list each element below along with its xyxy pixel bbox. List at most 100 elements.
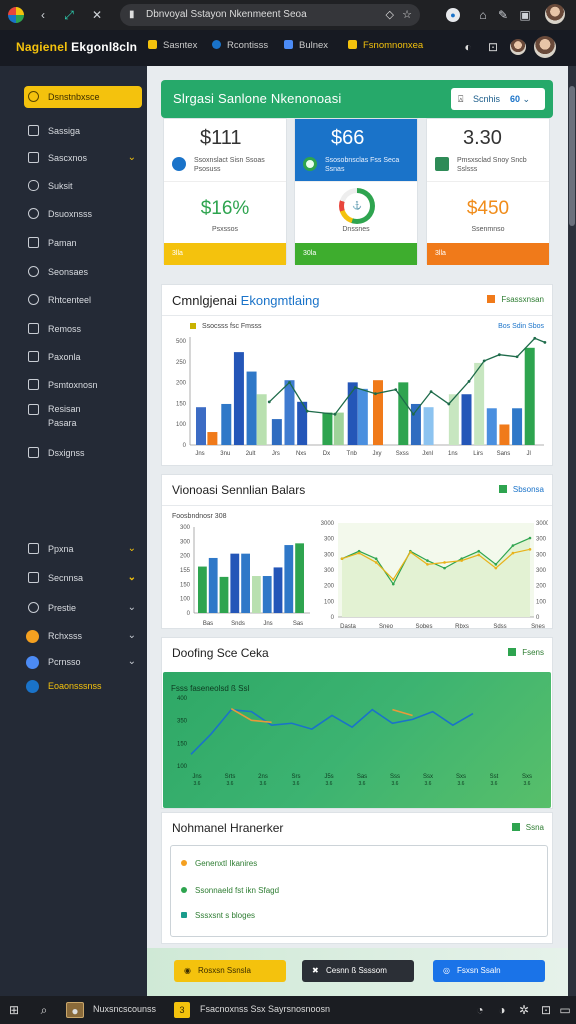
edit-icon[interactable]: ✎ [496, 8, 510, 22]
panel-legend[interactable]: Sbsonsa [498, 485, 544, 494]
sidebar-item-label: Rchxsss [48, 631, 83, 641]
y-tick-label: 500 [176, 339, 187, 345]
nav-tab-2[interactable]: Rcontisss [212, 40, 268, 51]
x-tick-label: J5s [324, 774, 333, 780]
profile-icon[interactable]: ● [446, 8, 460, 22]
settings-icon[interactable]: ✲ [516, 1002, 532, 1018]
kpi-card-3[interactable]: 3.30 Pmsxsclad Snoy Sncb Sslsss $450 Sse… [426, 118, 550, 265]
sidebar-item-6[interactable]: Paman [24, 232, 142, 254]
home-icon[interactable]: ⌂ [476, 8, 490, 22]
back-icon[interactable]: ‹ [36, 8, 50, 22]
footer-button-3[interactable]: ◎ Fsxsn Ssaln [433, 960, 545, 982]
kpi-sublabel: Ssenmnso [471, 226, 505, 233]
panel-legend-label: Ssna [525, 823, 544, 832]
panel-legend[interactable]: Fsassxnsan [487, 295, 544, 304]
sidebar-item-4[interactable]: Suksit [24, 175, 142, 197]
app-icon-2[interactable]: 3 [174, 1002, 190, 1018]
sidebar-item-11[interactable]: Psmtoxnosn [24, 374, 142, 396]
target-icon: ◎ [443, 966, 450, 975]
kpi-mid: $450 Ssenmnso [427, 181, 549, 243]
sidebar-lower-4[interactable]: Rchxsss ⌄ [24, 625, 142, 647]
nav-tab-4[interactable]: Fsnomnonxea [348, 40, 423, 51]
lock-icon[interactable]: ⊡ [485, 39, 501, 55]
app-icon[interactable]: ● [66, 1002, 84, 1018]
sidebar-item-label: Sassiga [48, 126, 81, 136]
kpi-card-2[interactable]: $66 Ssosobnsclas Fss Seca Ssnas ⚓ Dnssne… [294, 118, 418, 265]
brand-logo[interactable]: Nagienel Ekgonl8cln [16, 40, 137, 54]
bar [398, 382, 409, 445]
wifi-icon[interactable]: ◔ [472, 1002, 488, 1018]
series-point [494, 563, 498, 566]
taskbar-label-b[interactable]: Fsacnoxnss Ssx Sayrsnosnoosn [200, 1004, 330, 1014]
volume-icon[interactable]: ◑ [494, 1002, 510, 1018]
footer-button-2[interactable]: ✖ Cesnn ß Ssssom [302, 960, 414, 982]
search-icon[interactable]: ⌕ [36, 1002, 52, 1018]
header-filter-button[interactable]: ⍓ Scnhis 60 ⌄ [451, 88, 545, 110]
series-point [511, 544, 515, 547]
windows-icon[interactable]: ⊞ [6, 1002, 22, 1018]
sidebar-lower-6[interactable]: Eoaonsssnss [24, 675, 142, 697]
user-avatar[interactable] [534, 36, 556, 58]
sidebar-item-9[interactable]: Remoss [24, 318, 142, 340]
nav-tab-3[interactable]: Bulnex [284, 40, 328, 51]
sidebar-item-label: Paxonla [48, 352, 81, 362]
nav-tab-1[interactable]: Sasntex [148, 40, 197, 51]
chart-icon [28, 351, 39, 362]
taskbar: ⊞ ⌕ ● Nuxsncscounss 3 Fsacnoxnss Ssx Say… [0, 996, 576, 1024]
list-item[interactable]: Ssonnaeld fst ikn Sfagd [181, 886, 279, 895]
sidebar-item-8[interactable]: Rhtcenteel [24, 289, 142, 311]
sidebar-lower-3[interactable]: Prestie ⌄ [24, 597, 142, 619]
sidebar-item-label: Sascxnos [48, 153, 88, 163]
notification-icon[interactable]: ▭ [558, 1002, 572, 1018]
bullet-icon [181, 887, 187, 893]
footer-button-1[interactable]: ◉ Rosxsn Ssnsla [174, 960, 286, 982]
panel-legend[interactable]: Ssna [511, 823, 544, 832]
sidebar-item-dashboard[interactable]: Dsnstnbxsce [24, 86, 142, 108]
sidebar-item-12[interactable]: Resisan [24, 402, 142, 416]
y-tick-label: 250 [176, 360, 187, 366]
scrollbar[interactable] [568, 66, 576, 996]
sidebar-item-14[interactable]: Dsxignss [24, 442, 142, 464]
chevron-down-icon: ⌄ [127, 602, 136, 613]
taskbar-label-a[interactable]: Nuxsncscounss [93, 1004, 156, 1014]
settings-icon[interactable]: ◐ [460, 39, 476, 55]
x-tick-label: Bas [203, 621, 213, 627]
address-bar[interactable]: ▮ Dbnvoyal Sstayon Nkenmeent Seoa ◇ ☆ [120, 4, 420, 26]
series-line [392, 708, 413, 717]
bar [273, 567, 283, 613]
window-icon[interactable]: ▣ [518, 8, 532, 22]
grid-icon [28, 152, 39, 163]
bar [271, 419, 282, 445]
sidebar-item-7[interactable]: Seonsaes [24, 261, 142, 283]
gauge-center: ⚓ [344, 193, 370, 219]
x-tick-label: Jrs [272, 451, 280, 457]
sidebar-item-10[interactable]: Paxonla [24, 346, 142, 368]
x-tick-sublabel: 3.6 [392, 781, 399, 787]
tab-close-icon[interactable]: ✕ [90, 8, 104, 22]
list-item-label: Sssxsnt s bloges [195, 911, 256, 920]
sidebar-item-13[interactable]: Pasara [24, 416, 142, 430]
sidebar-item-3[interactable]: Sascxnos ⌄ [24, 147, 142, 169]
list-item[interactable]: Genenxtl Ikanires [181, 859, 257, 868]
star-icon[interactable]: ☆ [402, 4, 412, 26]
list-item[interactable]: Sssxsnt s bloges [181, 911, 255, 920]
sidebar-lower-2[interactable]: Secnnsa ⌄ [24, 567, 142, 589]
sidebar-item-label: Seonsaes [48, 267, 89, 277]
header-button-value: 60 [510, 94, 521, 104]
scrollbar-thumb[interactable] [569, 86, 575, 226]
sidebar-lower-1[interactable]: Ppxna ⌄ [24, 538, 142, 560]
sidebar-item-2[interactable]: Sassiga [24, 120, 142, 142]
x-tick-label: 1ns [448, 451, 458, 457]
battery-icon[interactable]: ⊡ [538, 1002, 554, 1018]
panel-legend[interactable]: Fsens [508, 648, 544, 657]
bookmark-icon[interactable]: ◇ [386, 4, 394, 26]
kpi-card-1[interactable]: $111 Ssoxnslact Sisn Ssoas Psosuss $16% … [163, 118, 287, 265]
sidebar-item-5[interactable]: Dsuoxnsss [24, 203, 142, 225]
avatar[interactable] [545, 4, 565, 24]
extensions-icon[interactable]: ⤢ [62, 8, 76, 22]
sidebar-item-label: Resisan [48, 404, 81, 414]
sidebar-lower-5[interactable]: Pcrnsso ⌄ [24, 651, 142, 673]
user-avatar-small[interactable] [510, 39, 526, 55]
x-tick-label: Lirs [473, 451, 483, 457]
y2-tick-label: 300 [536, 552, 547, 558]
